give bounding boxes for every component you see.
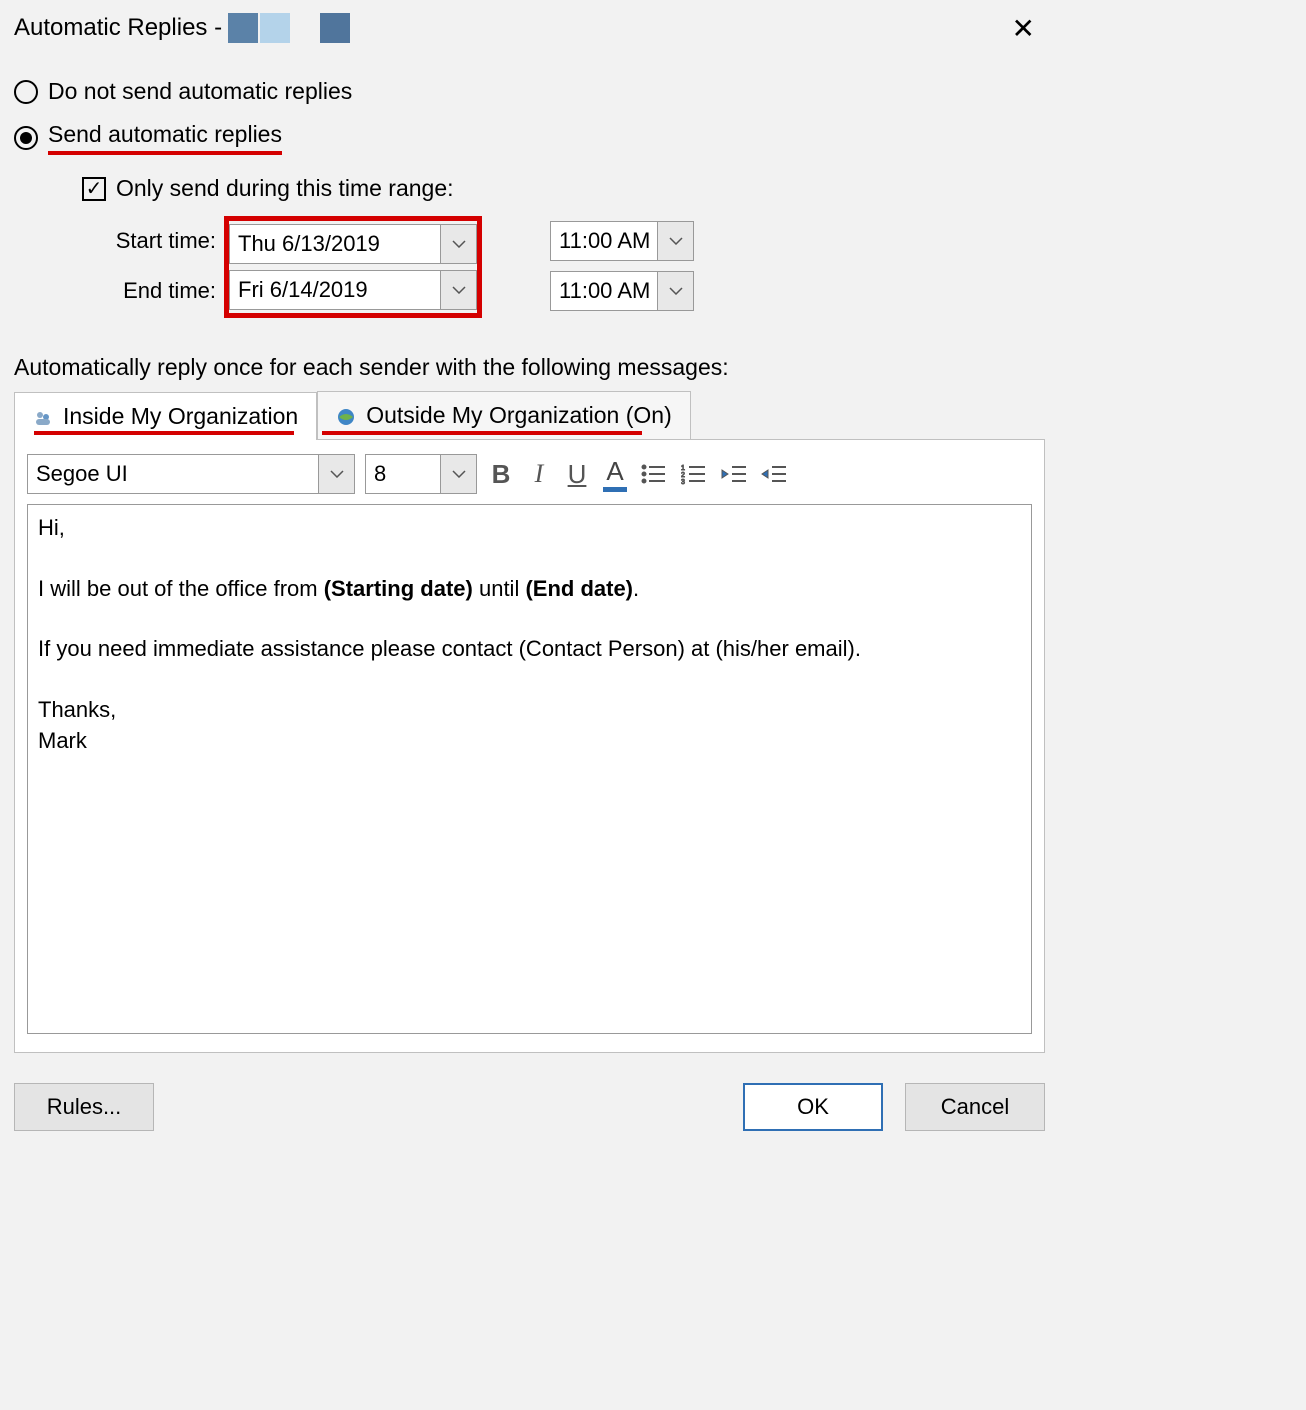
font-family-picker[interactable]: Segoe UI <box>27 454 355 494</box>
outdent-button[interactable] <box>719 459 749 489</box>
chevron-down-icon <box>318 455 354 493</box>
tab-label: Inside My Organization <box>63 403 298 430</box>
combo-value: Segoe UI <box>28 461 318 487</box>
message-line: I will be out of the office from (Starti… <box>38 574 1021 604</box>
start-time-picker[interactable]: 11:00 AM <box>550 221 694 261</box>
checkbox-icon: ✓ <box>82 177 106 201</box>
title-color-square-3 <box>320 13 350 43</box>
message-line: If you need immediate assistance please … <box>38 634 1021 664</box>
chevron-down-icon <box>440 225 476 263</box>
checkbox-time-range[interactable]: ✓ Only send during this time range: <box>82 175 1045 202</box>
message-line: Hi, <box>38 513 1021 543</box>
cancel-button[interactable]: Cancel <box>905 1083 1045 1131</box>
dialog-footer: Rules... OK Cancel <box>14 1083 1045 1131</box>
end-time-picker[interactable]: 11:00 AM <box>550 271 694 311</box>
chevron-down-icon <box>440 271 476 309</box>
numbered-list-button[interactable]: 1 2 3 <box>679 459 709 489</box>
message-line: Mark <box>38 726 1021 756</box>
combo-value: Thu 6/13/2019 <box>230 231 440 257</box>
indent-button[interactable] <box>759 459 789 489</box>
message-line: Thanks, <box>38 695 1021 725</box>
svg-text:3: 3 <box>681 479 685 485</box>
combo-value: 8 <box>366 461 440 487</box>
radio-icon <box>14 80 38 104</box>
message-textarea[interactable]: Hi, I will be out of the office from (St… <box>27 504 1032 1034</box>
date-pickers-highlight: Thu 6/13/2019 Fri 6/14/2019 <box>224 216 482 318</box>
color-swatch <box>603 487 627 492</box>
time-range-grid: Start time: End time: Thu 6/13/2019 <box>94 216 1045 318</box>
title-color-square-1 <box>228 13 258 43</box>
radio-send[interactable]: Send automatic replies <box>14 121 1045 155</box>
chevron-down-icon <box>657 222 693 260</box>
globe-icon <box>336 406 356 426</box>
font-size-picker[interactable]: 8 <box>365 454 477 494</box>
font-color-button[interactable]: A <box>601 456 629 492</box>
tab-label: Outside My Organization (On) <box>366 402 672 429</box>
svg-text:1: 1 <box>681 465 685 472</box>
ok-button[interactable]: OK <box>743 1083 883 1131</box>
bullet-list-button[interactable] <box>639 459 669 489</box>
combo-value: 11:00 AM <box>551 278 657 304</box>
end-date-picker[interactable]: Fri 6/14/2019 <box>229 270 477 310</box>
annotation-underline <box>34 431 294 435</box>
start-time-label: Start time: <box>94 228 224 254</box>
editor-panel: Segoe UI 8 B I U A <box>14 439 1045 1053</box>
underline-button[interactable]: U <box>563 460 591 488</box>
annotation-underline <box>322 431 642 435</box>
chevron-down-icon <box>440 455 476 493</box>
start-date-picker[interactable]: Thu 6/13/2019 <box>229 224 477 264</box>
dialog-title: Automatic Replies - <box>14 14 222 42</box>
checkbox-label: Only send during this time range: <box>116 175 454 202</box>
radio-label: Do not send automatic replies <box>48 78 352 105</box>
italic-button[interactable]: I <box>525 460 553 488</box>
combo-value: 11:00 AM <box>551 228 657 254</box>
radio-icon <box>14 126 38 150</box>
title-bar: Automatic Replies - ✕ <box>14 0 1045 50</box>
reply-description: Automatically reply once for each sender… <box>14 354 1045 381</box>
radio-label: Send automatic replies <box>48 121 282 155</box>
letter-a-icon: A <box>606 456 623 487</box>
combo-value: Fri 6/14/2019 <box>230 277 440 303</box>
title-color-square-2 <box>260 13 290 43</box>
end-time-label: End time: <box>94 278 224 304</box>
people-icon <box>33 407 53 427</box>
tabs: Inside My Organization Outside My Organi… <box>14 391 1045 439</box>
automatic-replies-dialog: Automatic Replies - ✕ Do not send automa… <box>0 0 1059 1151</box>
chevron-down-icon <box>657 272 693 310</box>
svg-text:2: 2 <box>681 472 685 479</box>
radio-no-send[interactable]: Do not send automatic replies <box>14 78 1045 105</box>
close-button[interactable]: ✕ <box>1002 12 1045 45</box>
editor-toolbar: Segoe UI 8 B I U A <box>27 454 1032 494</box>
bold-button[interactable]: B <box>487 460 515 488</box>
rules-button[interactable]: Rules... <box>14 1083 154 1131</box>
